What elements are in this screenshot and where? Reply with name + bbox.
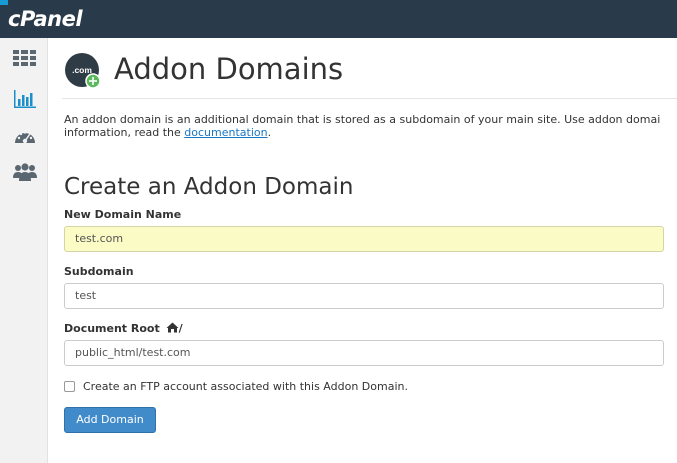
document-root-input[interactable]: public_html/test.com [64,340,664,366]
accent-strip [0,0,8,5]
subdomain-input[interactable]: test [64,283,664,309]
document-root-suffix: / [178,322,183,335]
users-icon[interactable] [12,162,38,184]
grid-icon[interactable] [12,48,38,70]
new-domain-input[interactable]: test.com [64,226,664,252]
description-line-1: An addon domain is an additional domain … [64,113,661,126]
new-domain-label: New Domain Name [64,208,182,221]
page-title: Addon Domains [114,52,344,86]
ftp-checkbox-label[interactable]: Create an FTP account associated with th… [83,380,408,393]
add-domain-button[interactable]: Add Domain [64,407,156,433]
addon-domain-icon: .com [65,53,101,89]
document-root-label-text: Document Root [64,322,160,335]
main-content: .com Addon Domains An addon domain is an… [48,38,677,463]
bar-chart-icon[interactable] [12,88,38,110]
document-root-label: Document Root / [64,322,183,335]
divider [62,98,677,99]
description-text: information, read the [64,126,185,139]
sidebar [0,38,48,463]
page-description: An addon domain is an additional domain … [64,113,677,139]
cpanel-logo[interactable]: cPanel [8,7,83,31]
description-line-2: information, read the documentation. [64,126,677,139]
description-period: . [267,126,272,139]
section-title: Create an Addon Domain [64,174,354,200]
ftp-checkbox[interactable] [64,381,75,392]
top-bar: cPanel [0,0,677,38]
subdomain-label: Subdomain [64,265,134,278]
documentation-link[interactable]: documentation [184,126,267,139]
ftp-checkbox-row[interactable]: Create an FTP account associated with th… [64,380,408,393]
com-label: .com [72,65,92,75]
dashboard-gauge-icon[interactable] [12,126,38,148]
home-icon [166,322,179,333]
